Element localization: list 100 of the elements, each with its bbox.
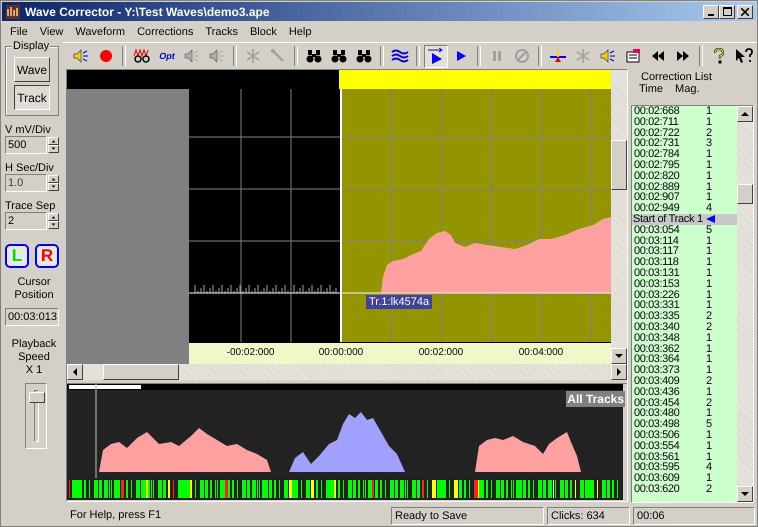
scroll-thumb[interactable] [103,364,179,380]
speaker-icon [183,48,201,64]
ruler-label: -00:02:000 [226,347,274,358]
menu-item[interactable]: View [34,26,70,38]
close-icon [741,8,749,16]
list-row[interactable]: 00:03:054 5 [632,224,737,236]
minimize-button[interactable] [703,4,719,18]
whats-this-icon [735,48,753,64]
list-row[interactable]: 00:03:554 1 [632,440,737,452]
horizontal-scrollbar[interactable] [67,364,627,380]
scroll-thumb[interactable] [737,184,753,204]
list-row[interactable]: 00:03:131 1 [632,268,737,279]
speed-slider[interactable] [25,383,47,449]
magnitude-cell-text: 1 [706,170,714,182]
toolbar-button[interactable] [424,44,448,68]
magnitude-cell-text: 1 [706,160,714,171]
list-row[interactable]: 00:03:364 1 [632,354,737,366]
list-row[interactable]: 00:02:668 1 [632,106,737,117]
spin-buttons[interactable] [48,175,59,191]
list-row[interactable]: 00:03:409 2 [632,376,737,387]
magnitude-cell-text: 3 [706,138,714,150]
number-field[interactable]: 2 [5,212,47,230]
time-cell-text: 00:02:668 [633,106,680,117]
magnitude-cell-text: 1 [706,332,714,344]
time-cell-text: 00:02:784 [633,149,680,160]
list-row[interactable]: 00:02:795 1 [632,160,737,171]
list-row[interactable]: 00:03:340 2 [632,322,737,333]
fast-forward-icon [676,50,690,62]
list-row[interactable]: 00:03:609 1 [632,473,737,484]
down-arrow-icon [741,492,749,496]
list-row[interactable]: 00:03:118 1 [632,257,737,268]
magnitude-cell-text: 1 [706,106,714,117]
list-row[interactable]: 00:02:784 1 [632,149,737,160]
list-row[interactable]: 00:03:373 1 [632,365,737,376]
list-row[interactable]: 00:03:153 1 [632,278,737,290]
list-row[interactable]: 00:02:949 4 [632,203,737,214]
time-cell-text: 00:03:506 [633,430,680,441]
list-row[interactable]: 00:03:117 1 [632,246,737,258]
magnitude-cell-text: 1 [706,268,714,279]
pause-icon [490,49,504,63]
list-row[interactable]: 00:03:506 1 [632,430,737,441]
spin-buttons[interactable] [48,137,59,153]
list-row[interactable]: 00:03:595 4 [632,462,737,474]
list-row[interactable]: 00:03:454 2 [632,398,737,408]
magnitude-cell-text: 2 [706,322,714,333]
number-field[interactable]: 500 [5,136,47,154]
close-button[interactable] [737,4,753,18]
time-cell-text: 00:02:907 [633,192,680,204]
menu-item[interactable]: Corrections [131,26,200,38]
magnitude-cell-text: 1 [706,344,714,354]
list-row[interactable]: 00:03:114 1 [632,236,737,246]
scroll-thumb[interactable] [611,140,627,190]
glasses-icon [132,48,152,64]
magnitude-cell-text: 1 [706,365,714,376]
menu-item[interactable]: Waveform [69,26,132,38]
time-cell-text: 00:03:153 [633,278,680,290]
list-row[interactable]: 00:03:561 1 [632,452,737,462]
display-button[interactable]: Track [14,85,50,110]
slider-thumb[interactable] [29,392,45,403]
column-header[interactable]: Mag. [675,83,700,95]
list-row[interactable]: 00:02:711 1 [632,116,737,128]
time-cell-text: 00:03:554 [633,440,680,452]
maximize-button[interactable] [719,4,735,18]
window-title: Wave Corrector - Y:\Test Waves\demo3.ape [25,4,271,18]
list-row[interactable]: 00:02:820 1 [632,170,737,182]
magnitude-cell-text: 1 [706,257,714,268]
menu-item[interactable]: Help [282,26,318,38]
list-row[interactable]: 00:03:498 5 [632,419,737,430]
list-row[interactable]: 00:03:348 1 [632,332,737,344]
list-row[interactable]: 00:02:731 3 [632,138,737,150]
list-row[interactable]: 00:03:335 2 [632,311,737,322]
magnitude-cell-text: 1 [706,354,714,366]
column-header[interactable]: Time [639,83,664,95]
magnitude-cell-text: 5 [706,224,714,236]
list-row[interactable]: 00:03:362 1 [632,344,737,354]
magnitude-cell-text: 1 [706,182,714,192]
track-start-row[interactable]: Start of Track 1 [632,214,737,225]
list-scrollbar[interactable] [737,106,753,502]
list-row[interactable]: 00:03:620 2 [632,484,737,495]
list-row[interactable]: 00:03:331 1 [632,300,737,312]
list-row[interactable]: 00:02:722 2 [632,128,737,138]
time-cell-text: 00:02:889 [633,182,680,192]
menu-item[interactable]: File [4,26,34,38]
wrench-icon [270,48,286,64]
display-button[interactable]: Wave [14,57,50,82]
menu-item[interactable]: Tracks [199,26,244,38]
stop-icon [514,48,530,64]
spin-buttons[interactable] [48,213,59,229]
list-row[interactable]: 00:02:889 1 [632,182,737,192]
list-row[interactable]: 00:03:436 1 [632,386,737,398]
time-cell-text: 00:03:331 [633,300,680,312]
list-row[interactable]: 00:03:480 1 [632,408,737,420]
list-row[interactable]: 00:03:226 1 [632,290,737,300]
speed-value: X 1 [24,364,44,377]
track-label: Tr.1:lk4574a [366,295,432,309]
binoculars-icon [355,48,373,64]
list-row[interactable]: 00:02:907 1 [632,192,737,204]
vertical-scrollbar[interactable] [611,70,627,364]
menu-item[interactable]: Block [244,26,283,38]
list-title: Correction List [640,71,713,83]
